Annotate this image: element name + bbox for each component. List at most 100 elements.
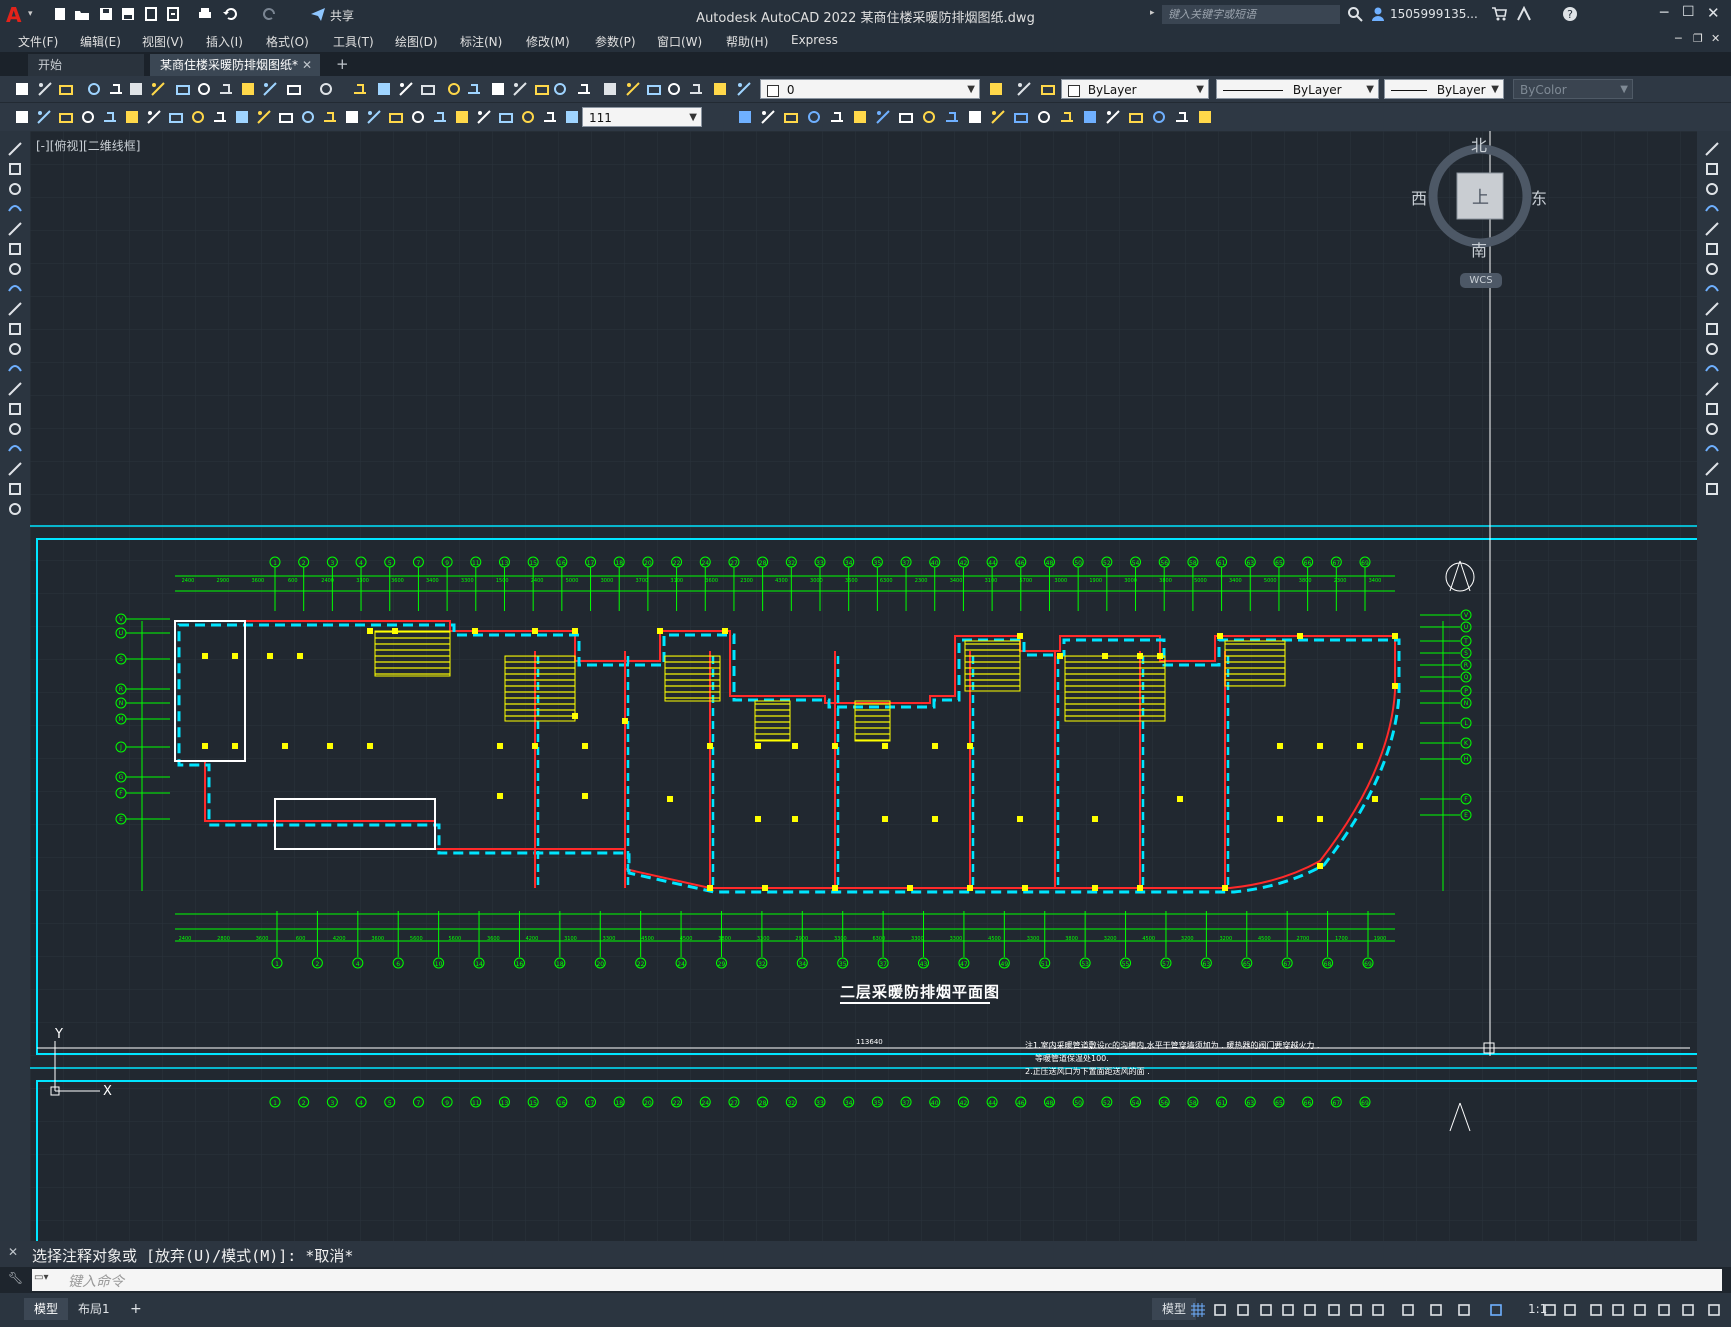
compass-north[interactable]: 北 — [1471, 132, 1487, 156]
dim-tool-8-icon[interactable] — [168, 109, 184, 125]
modify-palette-tool-4-icon[interactable] — [1704, 201, 1720, 217]
tab-document[interactable]: 某商住楼采暖防排烟图纸* ✕ — [150, 54, 320, 76]
modify-tool-7-icon[interactable] — [875, 109, 891, 125]
menu-draw[interactable]: 绘图(D) — [395, 33, 438, 50]
dim-tool-25-icon[interactable] — [542, 109, 558, 125]
doc-restore-button[interactable]: ❐ — [1693, 32, 1703, 45]
modify-tool-12-icon[interactable] — [990, 109, 1006, 125]
tab-model[interactable]: 模型 — [24, 1298, 69, 1320]
layer-tool-1-icon[interactable] — [988, 81, 1004, 97]
dim-tool-17-icon[interactable] — [366, 109, 382, 125]
draw-tool-8-icon[interactable] — [7, 281, 23, 297]
new-tab-button[interactable]: + — [336, 55, 349, 73]
viewcube-top-face[interactable]: 上 — [1472, 183, 1489, 208]
dim-tool-4-icon[interactable] — [80, 109, 96, 125]
standard-tool-12-icon[interactable] — [262, 81, 278, 97]
layer-tool-2-icon[interactable] — [1016, 81, 1032, 97]
tab-layout1[interactable]: 布局1 — [68, 1298, 120, 1320]
doc-close-button[interactable]: ✕ — [1711, 32, 1720, 45]
modify-tool-6-icon[interactable] — [852, 109, 868, 125]
menu-dimension[interactable]: 标注(N) — [460, 33, 502, 50]
dim-tool-18-icon[interactable] — [388, 109, 404, 125]
dim-tool-20-icon[interactable] — [432, 109, 448, 125]
dim-tool-10-icon[interactable] — [212, 109, 228, 125]
standard-tool-4-icon[interactable] — [86, 81, 102, 97]
status-tool-20-icon[interactable] — [1680, 1302, 1696, 1318]
status-tool-5-icon[interactable] — [1280, 1302, 1296, 1318]
draw-tool-17-icon[interactable] — [7, 461, 23, 477]
modify-tool-3-icon[interactable] — [783, 109, 799, 125]
wcs-menu-button[interactable]: WCS — [1460, 273, 1502, 288]
dim-tool-1-icon[interactable] — [14, 109, 30, 125]
draw-tool-3-icon[interactable] — [7, 181, 23, 197]
standard-tool-3-icon[interactable] — [58, 81, 74, 97]
standard-tool-8-icon[interactable] — [175, 81, 191, 97]
dim-tool-3-icon[interactable] — [58, 109, 74, 125]
modify-palette-tool-12-icon[interactable] — [1704, 361, 1720, 377]
user-icon[interactable] — [1370, 6, 1386, 22]
status-tool-16-icon[interactable] — [1588, 1302, 1604, 1318]
linetype-dropdown[interactable]: ByLayer ▼ — [1216, 79, 1379, 99]
viewport-controls-label[interactable]: [-][俯视][二维线框] — [36, 137, 140, 154]
standard-tool-5-icon[interactable] — [108, 81, 124, 97]
status-tool-15-icon[interactable] — [1562, 1302, 1578, 1318]
status-tool-19-icon[interactable] — [1656, 1302, 1672, 1318]
dim-tool-9-icon[interactable] — [190, 109, 206, 125]
menu-help[interactable]: 帮助(H) — [726, 33, 768, 50]
status-tool-13-icon[interactable] — [1488, 1302, 1504, 1318]
search-expand-icon[interactable]: ▸ — [1150, 8, 1155, 18]
draw-tool-18-icon[interactable] — [7, 481, 23, 497]
command-input[interactable]: ▭▾ 键入命令 — [32, 1269, 1722, 1291]
draw-tool-19-icon[interactable] — [7, 501, 23, 517]
draw-tool-13-icon[interactable] — [7, 381, 23, 397]
dim-tool-11-icon[interactable] — [234, 109, 250, 125]
dim-tool-21-icon[interactable] — [454, 109, 470, 125]
layer-dropdown[interactable]: 0 ▼ — [760, 79, 980, 99]
modify-palette-tool-6-icon[interactable] — [1704, 241, 1720, 257]
status-tool-14-icon[interactable] — [1542, 1302, 1558, 1318]
dim-tool-12-icon[interactable] — [256, 109, 272, 125]
status-tool-8-icon[interactable] — [1348, 1302, 1364, 1318]
modify-palette-tool-9-icon[interactable] — [1704, 301, 1720, 317]
customize-wrench-icon[interactable]: 🔧︎ — [8, 1271, 23, 1285]
dim-tool-14-icon[interactable] — [300, 109, 316, 125]
modify-tool-4-icon[interactable] — [806, 109, 822, 125]
modify-tool-9-icon[interactable] — [921, 109, 937, 125]
layer-tool-3-icon[interactable] — [1040, 81, 1056, 97]
menu-format[interactable]: 格式(O) — [266, 33, 309, 50]
dim-tool-13-icon[interactable] — [278, 109, 294, 125]
menu-view[interactable]: 视图(V) — [142, 33, 184, 50]
status-tool-3-icon[interactable] — [1235, 1302, 1251, 1318]
recent-commands-icon[interactable]: ▭▾ — [34, 1272, 60, 1288]
modify-palette-tool-8-icon[interactable] — [1704, 281, 1720, 297]
compass-south[interactable]: 南 — [1471, 237, 1487, 261]
standard-tool-1-icon[interactable] — [14, 81, 30, 97]
modify-palette-tool-7-icon[interactable] — [1704, 261, 1720, 277]
modify-palette-tool-16-icon[interactable] — [1704, 441, 1720, 457]
standard-tool-24-icon[interactable] — [552, 81, 568, 97]
status-tool-11-icon[interactable] — [1428, 1302, 1444, 1318]
tab-start[interactable]: 开始 — [28, 54, 144, 76]
status-tool-7-icon[interactable] — [1326, 1302, 1342, 1318]
menu-file[interactable]: 文件(F) — [18, 33, 58, 50]
status-tool-2-icon[interactable] — [1212, 1302, 1228, 1318]
dim-tool-22-icon[interactable] — [476, 109, 492, 125]
standard-tool-18-icon[interactable] — [420, 81, 436, 97]
standard-tool-9-icon[interactable] — [196, 81, 212, 97]
cart-icon[interactable] — [1491, 6, 1507, 22]
compass-east[interactable]: 东 — [1531, 185, 1547, 209]
modify-tool-21-icon[interactable] — [1197, 109, 1213, 125]
dim-tool-26-icon[interactable] — [564, 109, 580, 125]
modify-tool-10-icon[interactable] — [944, 109, 960, 125]
draw-tool-6-icon[interactable] — [7, 241, 23, 257]
draw-tool-14-icon[interactable] — [7, 401, 23, 417]
standard-tool-21-icon[interactable] — [490, 81, 506, 97]
menu-tools[interactable]: 工具(T) — [333, 33, 374, 50]
draw-tool-7-icon[interactable] — [7, 261, 23, 277]
modify-tool-11-icon[interactable] — [967, 109, 983, 125]
menu-window[interactable]: 窗口(W) — [657, 33, 702, 50]
standard-tool-32-icon[interactable] — [736, 81, 752, 97]
standard-tool-27-icon[interactable] — [625, 81, 641, 97]
lineweight-dropdown[interactable]: ByLayer ▼ — [1384, 79, 1504, 99]
status-tool-6-icon[interactable] — [1302, 1302, 1318, 1318]
